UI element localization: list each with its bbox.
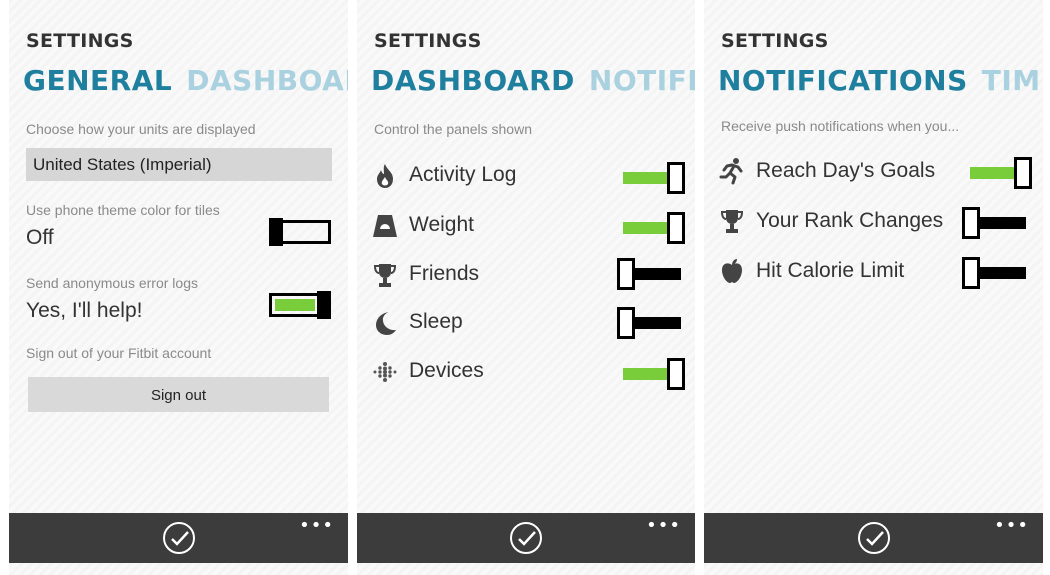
pivot-dashboard[interactable]: DASHBOARD	[371, 64, 575, 97]
reach-goals-label: Reach Day's Goals	[756, 159, 936, 182]
toggle-knob	[667, 212, 685, 244]
friends-toggle[interactable]	[617, 258, 681, 290]
checkmark-icon[interactable]	[510, 522, 542, 554]
toggle-thumb	[317, 291, 331, 319]
calorie-limit-toggle[interactable]	[962, 257, 1026, 289]
pivot-dashboard[interactable]: DASHBOARD	[186, 64, 348, 97]
dashboard-panel: SETTINGS DASHBOARD NOTIFICA Control the p…	[357, 0, 695, 575]
checkmark-icon[interactable]	[857, 522, 890, 554]
units-select[interactable]: United States (Imperial)	[26, 148, 332, 181]
error-logs-toggle[interactable]	[269, 291, 331, 319]
toggle-knob	[667, 358, 685, 390]
friends-label: Friends	[409, 262, 480, 285]
more-options-icon[interactable]: •••	[646, 515, 681, 536]
flame-icon	[377, 164, 393, 188]
toggle-knob	[667, 162, 685, 194]
pivot-notifications[interactable]: NOTIFICATIONS	[718, 64, 968, 97]
units-label: Choose how your units are displayed	[26, 121, 256, 137]
toggle-track	[623, 368, 673, 380]
fitbit-dots-icon	[373, 362, 397, 382]
toggle-thumb	[269, 218, 283, 246]
more-options-icon[interactable]: •••	[994, 515, 1029, 536]
toggle-knob	[1014, 157, 1032, 189]
settings-title: SETTINGS	[374, 30, 482, 52]
signout-label: Sign out of your Fitbit account	[26, 345, 212, 361]
weight-toggle[interactable]	[623, 212, 687, 244]
devices-toggle[interactable]	[623, 358, 687, 390]
trophy-icon	[373, 264, 397, 287]
sleep-toggle[interactable]	[617, 307, 681, 339]
toggle-knob	[617, 258, 635, 290]
pivot-general[interactable]: GENERAL	[23, 64, 172, 97]
toggle-knob	[962, 257, 980, 289]
runner-icon	[719, 158, 743, 185]
sign-out-button[interactable]: Sign out	[28, 377, 329, 412]
toggle-fill	[275, 299, 315, 311]
reach-goals-toggle[interactable]	[970, 157, 1034, 189]
sleep-label: Sleep	[409, 310, 463, 333]
toggle-track	[970, 167, 1020, 179]
toggle-track	[976, 217, 1026, 229]
activity-log-label: Activity Log	[409, 163, 517, 186]
theme-color-label: Use phone theme color for tiles	[26, 202, 220, 218]
toggle-track	[631, 268, 681, 280]
app-bar: •••	[9, 513, 348, 563]
toggle-track	[631, 317, 681, 329]
pivot-notifications[interactable]: NOTIFICA	[589, 64, 695, 97]
error-logs-value: Yes, I'll help!	[26, 299, 143, 322]
weight-label: Weight	[409, 213, 474, 236]
settings-title: SETTINGS	[721, 30, 829, 52]
moon-icon	[376, 312, 396, 335]
toggle-knob	[962, 207, 980, 239]
rank-changes-label: Your Rank Changes	[756, 209, 944, 232]
apple-icon	[722, 259, 742, 283]
toggle-track	[623, 222, 673, 234]
pivot-time[interactable]: TIME	[982, 64, 1043, 97]
pivot-header: GENERAL DASHBOARD	[23, 64, 348, 97]
settings-title: SETTINGS	[26, 30, 134, 52]
scale-icon	[373, 215, 397, 237]
calorie-limit-label: Hit Calorie Limit	[756, 259, 905, 282]
notifications-panel: SETTINGS NOTIFICATIONS TIME Receive push …	[704, 0, 1043, 575]
error-logs-label: Send anonymous error logs	[26, 275, 198, 291]
toggle-knob	[617, 307, 635, 339]
dashboard-intro: Control the panels shown	[374, 121, 532, 137]
notifications-intro: Receive push notifications when you...	[721, 118, 960, 134]
toggle-track	[623, 172, 673, 184]
checkmark-icon[interactable]	[162, 522, 195, 554]
general-panel: SETTINGS GENERAL DASHBOARD Choose how you…	[9, 0, 348, 575]
app-bar: •••	[704, 513, 1043, 563]
activity-log-toggle[interactable]	[623, 162, 687, 194]
theme-color-value: Off	[26, 226, 54, 249]
pivot-header: NOTIFICATIONS TIME	[718, 64, 1043, 97]
app-bar: •••	[357, 513, 695, 563]
devices-label: Devices	[409, 359, 484, 382]
theme-color-toggle[interactable]	[269, 218, 331, 246]
rank-changes-toggle[interactable]	[962, 207, 1026, 239]
pivot-header: DASHBOARD NOTIFICA	[371, 64, 695, 97]
toggle-track	[976, 267, 1026, 279]
more-options-icon[interactable]: •••	[299, 515, 334, 536]
trophy-icon	[720, 210, 744, 233]
